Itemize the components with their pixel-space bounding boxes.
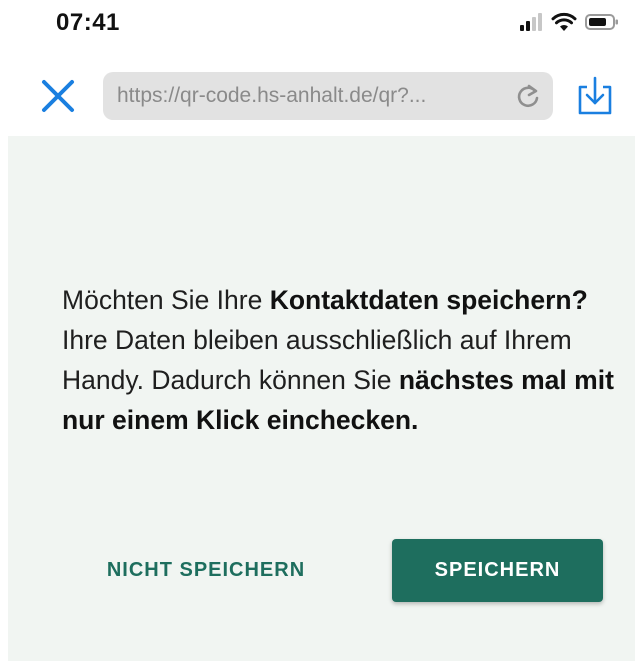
save-button[interactable]: SPEICHERN xyxy=(392,539,603,602)
message-text: Möchten Sie Ihre xyxy=(62,285,270,315)
message-emphasis: Kontaktdaten speichern? xyxy=(269,285,588,315)
download-icon xyxy=(578,76,612,115)
url-field[interactable]: https://qr-code.hs-anhalt.de/qr?... xyxy=(103,72,553,120)
reload-icon xyxy=(517,84,539,108)
dialog-message: Möchten Sie Ihre Kontaktdaten speichern?… xyxy=(62,280,622,440)
status-bar: 07:41 xyxy=(0,0,643,56)
save-contact-dialog: Möchten Sie Ihre Kontaktdaten speichern?… xyxy=(8,136,635,661)
reload-button[interactable] xyxy=(515,82,541,110)
browser-toolbar: https://qr-code.hs-anhalt.de/qr?... xyxy=(0,56,643,136)
dont-save-button[interactable]: NICHT SPEICHERN xyxy=(68,538,344,602)
status-icons xyxy=(519,12,619,32)
cellular-signal-icon xyxy=(520,13,542,31)
status-time: 07:41 xyxy=(56,9,120,36)
close-button[interactable] xyxy=(40,78,76,114)
download-button[interactable] xyxy=(575,75,615,117)
url-text: https://qr-code.hs-anhalt.de/qr?... xyxy=(117,84,427,107)
battery-icon xyxy=(585,14,618,30)
wifi-icon xyxy=(551,12,577,31)
close-icon xyxy=(42,80,74,112)
